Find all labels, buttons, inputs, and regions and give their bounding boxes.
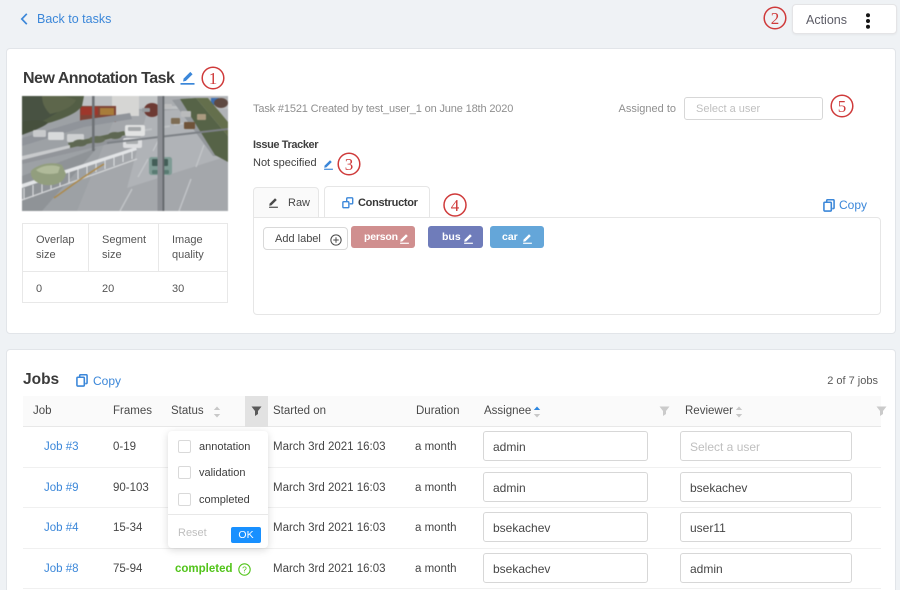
- svg-text:1: 1: [209, 69, 218, 88]
- svg-text:5: 5: [838, 97, 847, 116]
- svg-text:3: 3: [345, 155, 354, 174]
- svg-text:?: ?: [242, 564, 247, 574]
- svg-text:2: 2: [771, 9, 780, 28]
- svg-text:4: 4: [451, 196, 460, 215]
